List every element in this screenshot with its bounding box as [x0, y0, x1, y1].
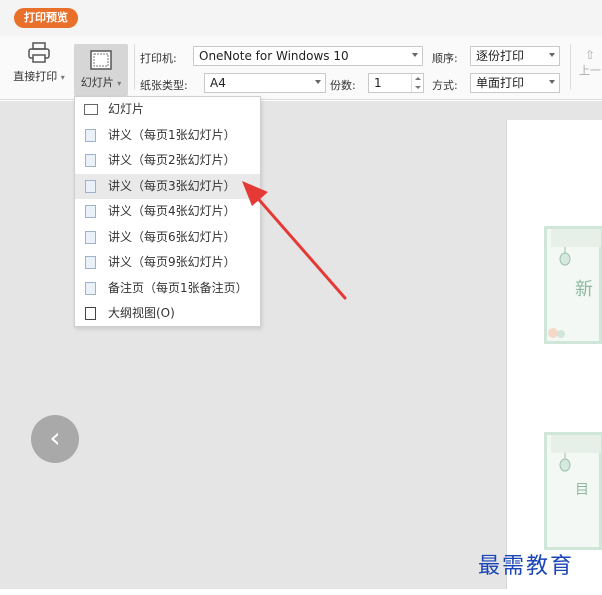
- print-layout-dropdown: 幻灯片 讲义（每页1张幻灯片） 讲义（每页2张幻灯片） 讲义（每页3张幻灯片） …: [74, 96, 261, 327]
- dropdown-item-handout-9[interactable]: 讲义（每页9张幻灯片）: [75, 250, 260, 276]
- direct-print-label: 直接打印: [13, 70, 58, 83]
- copies-value: 1: [374, 76, 382, 90]
- dropdown-item-label: 备注页（每页1张备注页）: [108, 280, 248, 295]
- dropdown-item-label: 讲义（每页4张幻灯片）: [108, 204, 236, 218]
- prev-page-label: 上一: [579, 64, 601, 77]
- slide-thumbnail: 目: [544, 432, 602, 550]
- dropdown-item-label: 讲义（每页6张幻灯片）: [108, 229, 236, 244]
- dropdown-item-label: 讲义（每页9张幻灯片）: [108, 255, 236, 269]
- chevron-down-icon: [412, 53, 418, 57]
- dropdown-item-label: 讲义（每页3张幻灯片）: [108, 178, 236, 193]
- notes-page-icon: [85, 281, 96, 295]
- print-mode-label: 方式:: [432, 79, 458, 92]
- dropdown-item-handout-4[interactable]: 讲义（每页4张幻灯片）: [75, 199, 260, 225]
- slide-icon: [84, 104, 98, 115]
- slide-title-char: 新: [575, 279, 593, 300]
- paper-type-label: 纸张类型:: [140, 79, 188, 92]
- flower-icon: [548, 328, 565, 338]
- chevron-down-icon: ▾: [60, 73, 65, 82]
- dropdown-item-handout-1[interactable]: 讲义（每页1张幻灯片）: [75, 123, 260, 149]
- dropdown-item-label: 大纲视图(O): [108, 306, 175, 320]
- dropdown-item-handout-3[interactable]: 讲义（每页3张幻灯片）: [75, 173, 260, 199]
- slide-thumbnail: 新: [544, 226, 602, 344]
- print-mode-value: 单面打印: [476, 76, 525, 90]
- paper-type-value: A4: [210, 76, 226, 90]
- status-bar: [0, 589, 602, 595]
- printer-label: 打印机:: [140, 52, 177, 65]
- toolbar-divider: [570, 44, 571, 90]
- handout-2-icon: [85, 154, 96, 167]
- slides-mode-label: 幻灯片: [80, 76, 114, 89]
- handout-6-icon: [85, 230, 96, 244]
- copies-stepper[interactable]: 1: [368, 73, 424, 93]
- dropdown-item-outline-view[interactable]: 大纲视图(O): [75, 301, 260, 327]
- order-label: 顺序:: [432, 52, 458, 65]
- dropdown-item-handout-2[interactable]: 讲义（每页2张幻灯片）: [75, 148, 260, 174]
- printer-value: OneNote for Windows 10: [199, 49, 349, 63]
- paper-type-select[interactable]: A4: [204, 73, 326, 93]
- slide-decoration: [551, 435, 601, 453]
- watermark-text: 最需教育: [478, 554, 575, 579]
- chevron-down-icon: [315, 80, 321, 84]
- chevron-left-icon: ‹: [49, 421, 61, 454]
- previous-page-circle-button[interactable]: ‹: [31, 415, 79, 463]
- handout-1-icon: [85, 128, 96, 142]
- slide-decoration: [551, 229, 601, 247]
- dropdown-item-label: 讲义（每页1张幻灯片）: [108, 127, 236, 142]
- toolbar-divider: [134, 44, 135, 90]
- order-value: 逐份打印: [476, 49, 525, 63]
- dropdown-item-slides[interactable]: 幻灯片: [75, 97, 260, 123]
- print-mode-select[interactable]: 单面打印: [470, 73, 560, 93]
- print-preview-tab[interactable]: 打印预览: [14, 8, 78, 28]
- printer-select[interactable]: OneNote for Windows 10: [193, 46, 423, 66]
- spin-arrows-icon[interactable]: [411, 74, 423, 92]
- lantern-icon: [559, 453, 571, 472]
- slides-mode-button[interactable]: 幻灯片 ▾: [74, 44, 128, 96]
- handout-4-icon: [85, 205, 96, 218]
- dropdown-item-notes-page[interactable]: 备注页（每页1张备注页）: [75, 276, 260, 302]
- dropdown-item-label: 讲义（每页2张幻灯片）: [108, 153, 236, 167]
- copies-label: 份数:: [330, 79, 356, 92]
- handout-3-icon: [85, 179, 96, 193]
- chevron-down-icon: [549, 80, 555, 84]
- slide-title-char: 目: [575, 482, 589, 498]
- dropdown-item-handout-6[interactable]: 讲义（每页6张幻灯片）: [75, 225, 260, 251]
- dropdown-item-label: 幻灯片: [108, 102, 145, 116]
- slide-frame-icon: [90, 50, 112, 70]
- lantern-icon: [559, 247, 571, 266]
- order-select[interactable]: 逐份打印: [470, 46, 560, 66]
- handout-9-icon: [85, 256, 96, 269]
- chevron-down-icon: [549, 53, 555, 57]
- outline-icon: [85, 307, 96, 320]
- prev-page-button[interactable]: ⇧ 上一: [578, 48, 602, 92]
- printer-icon: [28, 42, 50, 63]
- title-bar: 打印预览: [0, 0, 602, 36]
- chevron-down-icon: ▾: [117, 79, 122, 88]
- up-arrow-icon: ⇧: [584, 48, 596, 62]
- direct-print-button[interactable]: 直接打印 ▾: [10, 42, 68, 84]
